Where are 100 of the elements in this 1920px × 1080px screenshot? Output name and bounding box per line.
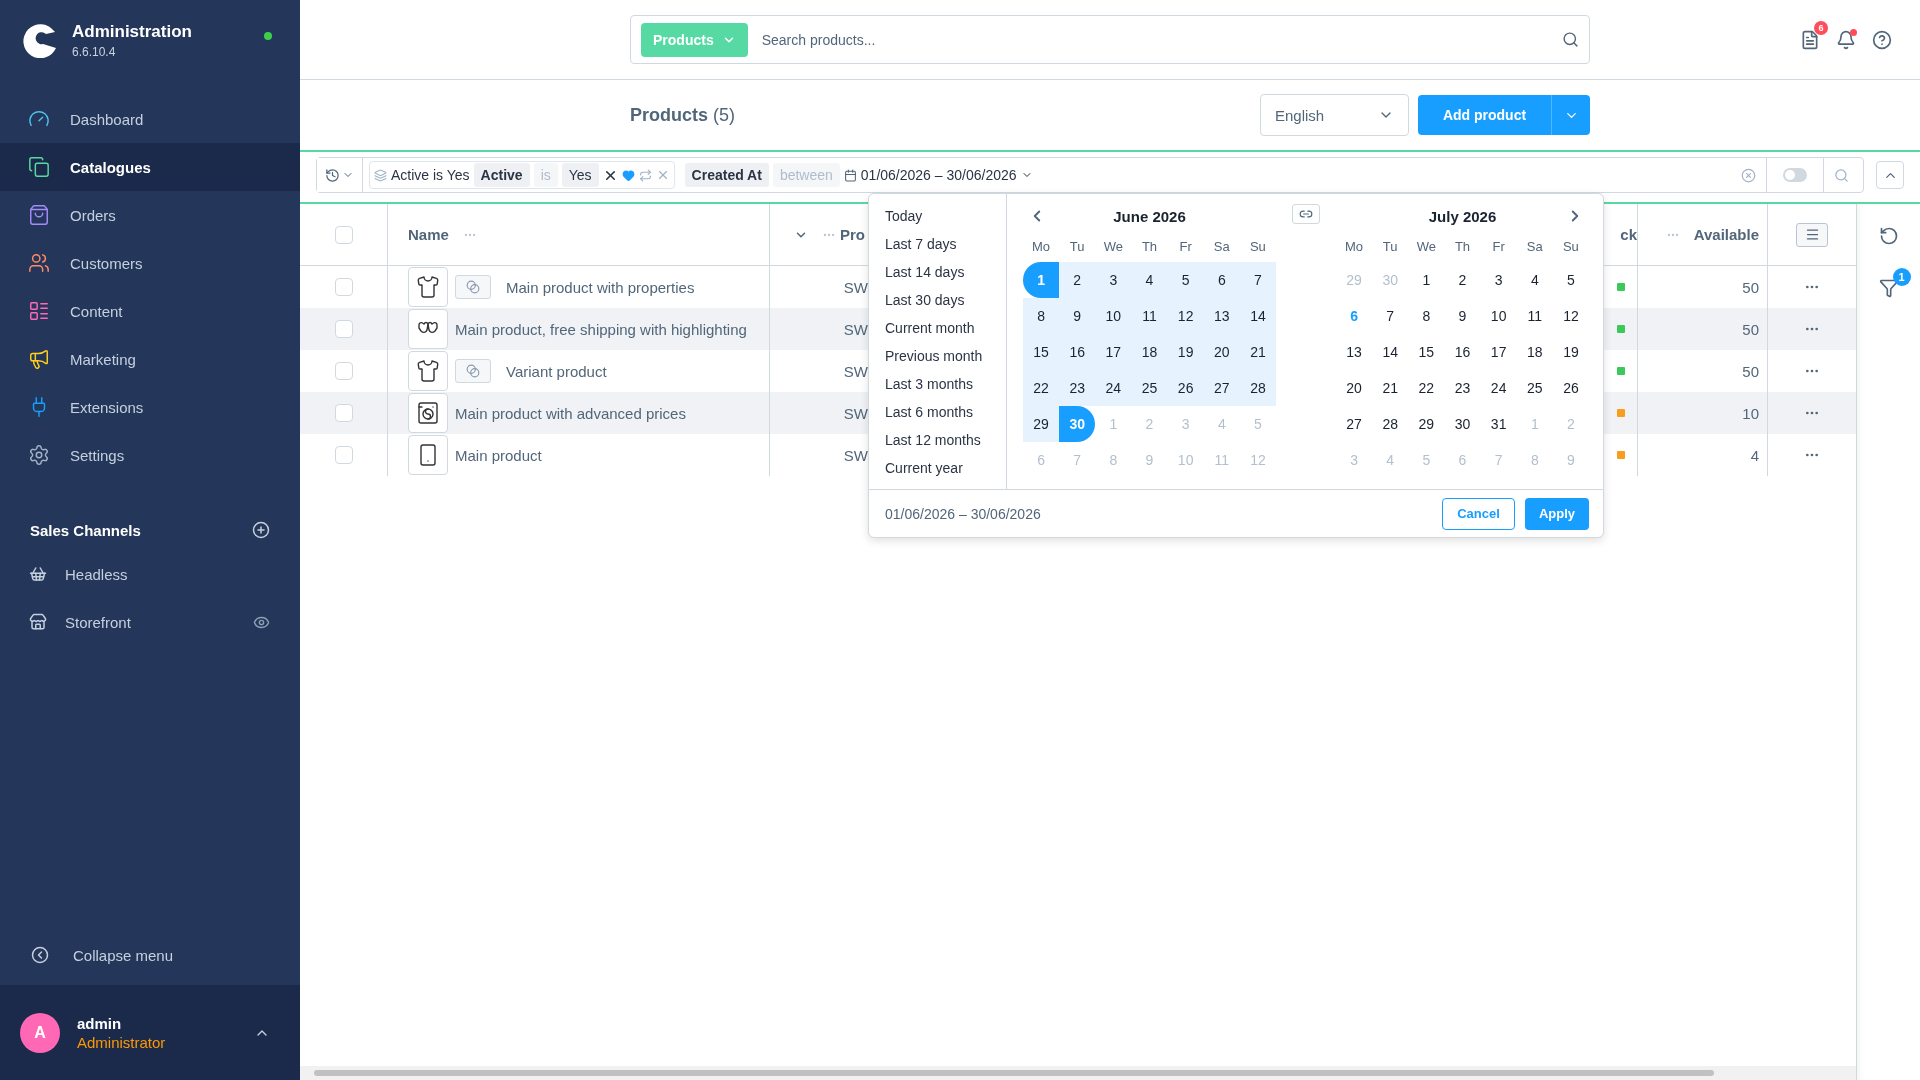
nav-item[interactable]: Extensions [0,383,300,431]
calendar-day[interactable]: 3 [1480,262,1517,298]
filter-field[interactable]: Active [473,163,530,187]
calendar-day[interactable]: 7 [1372,298,1409,334]
column-header[interactable]: Name [408,226,449,243]
checkbox[interactable] [334,320,353,338]
calendar-day[interactable]: 11 [1516,298,1553,334]
nav-item[interactable]: Content [0,287,300,335]
calendar-day[interactable]: 2 [1444,262,1481,298]
column-settings-button[interactable] [1796,222,1828,247]
column-header[interactable]: Available [1693,226,1759,243]
calendar-day[interactable]: 31 [1480,406,1517,442]
calendar-day[interactable]: 23 [1059,370,1096,406]
nav-item[interactable]: Marketing [0,335,300,383]
calendar-day[interactable]: 14 [1372,334,1409,370]
product-name[interactable]: Main product with properties [506,278,695,296]
nav-item[interactable]: Customers [0,239,300,287]
calendar-day[interactable]: 19 [1552,334,1589,370]
calendar-day[interactable]: 13 [1336,334,1373,370]
calendar-day[interactable]: 12 [1167,298,1204,334]
calendar-day[interactable]: 8 [1408,298,1445,334]
checkbox[interactable] [334,362,353,380]
calendar-day[interactable]: 11 [1131,298,1168,334]
calendar-day[interactable]: 22 [1023,370,1060,406]
preset-option[interactable]: Previous month [885,342,1006,370]
checkbox[interactable] [334,446,353,464]
calendar-day[interactable]: 15 [1023,334,1060,370]
calendar-day[interactable]: 19 [1167,334,1204,370]
filter-icon[interactable] [1878,278,1899,298]
heart-icon[interactable] [621,168,635,182]
calendar-day[interactable]: 26 [1167,370,1204,406]
calendar-day[interactable]: 14 [1239,298,1276,334]
calendar-day[interactable]: 21 [1372,370,1409,406]
calendar-day[interactable]: 1 [1408,262,1445,298]
filter-value[interactable]: Yes [561,163,599,187]
product-name[interactable]: Main product [455,446,542,464]
calendar-day[interactable]: 27 [1203,370,1240,406]
repeat-icon[interactable] [638,168,652,182]
language-select[interactable]: English [1260,94,1409,136]
calendar-day[interactable]: 21 [1239,334,1276,370]
calendar-day[interactable]: 24 [1095,370,1132,406]
clear-icon[interactable] [1741,167,1756,183]
calendar-day[interactable]: 10 [1480,298,1517,334]
help-icon[interactable] [1872,29,1892,50]
toggle-switch[interactable] [1783,168,1807,182]
checkbox[interactable] [334,278,353,296]
preset-option[interactable]: Today [885,202,1006,230]
preset-option[interactable]: Last 7 days [885,230,1006,258]
preset-option[interactable]: Last 6 months [885,398,1006,426]
calendar-day[interactable]: 5 [1167,262,1204,298]
calendar-day[interactable]: 10 [1095,298,1132,334]
document-icon[interactable] [1800,29,1820,50]
column-header[interactable]: ck [1620,226,1637,243]
calendar-day[interactable]: 25 [1516,370,1553,406]
nav-item[interactable]: Orders [0,191,300,239]
history-button[interactable] [317,158,363,192]
calendar-day[interactable]: 25 [1131,370,1168,406]
calendar-day[interactable]: 29 [1408,406,1445,442]
calendar-day[interactable]: 8 [1023,298,1060,334]
preset-option[interactable]: Last 12 months [885,426,1006,454]
calendar-day[interactable]: 28 [1239,370,1276,406]
calendar-day[interactable]: 18 [1516,334,1553,370]
calendar-day[interactable]: 7 [1239,262,1276,298]
calendar-day[interactable]: 16 [1059,334,1096,370]
calendar-day[interactable]: 17 [1095,334,1132,370]
date-range-value[interactable]: 01/06/2026 – 30/06/2026 [860,167,1017,183]
product-name[interactable]: Variant product [506,362,607,380]
calendar-day[interactable]: 16 [1444,334,1481,370]
calendar-day[interactable]: 9 [1444,298,1481,334]
calendar-day[interactable]: 26 [1552,370,1589,406]
calendar-day[interactable]: 3 [1095,262,1132,298]
checkbox[interactable] [334,225,353,244]
calendar-day[interactable]: 13 [1203,298,1240,334]
calendar-day[interactable]: 2 [1059,262,1096,298]
nav-item[interactable]: Settings [0,431,300,479]
calendar-day[interactable]: 20 [1336,370,1373,406]
calendar-day[interactable]: 24 [1480,370,1517,406]
sales-channel-item[interactable]: Storefront [0,598,300,646]
preset-option[interactable]: Current year [885,454,1006,482]
calendar-day[interactable]: 6 [1203,262,1240,298]
column-header[interactable]: Pro [840,226,865,243]
calendar-day[interactable]: 4 [1131,262,1168,298]
checkbox[interactable] [334,404,353,422]
preset-option[interactable]: Current month [885,314,1006,342]
calendar-day[interactable]: 20 [1203,334,1240,370]
calendar-day[interactable]: 18 [1131,334,1168,370]
nav-item[interactable]: Catalogues [0,143,300,191]
add-icon[interactable] [252,521,270,539]
calendar-day[interactable]: 17 [1480,334,1517,370]
calendar-day[interactable]: 15 [1408,334,1445,370]
preset-option[interactable]: Last 30 days [885,286,1006,314]
collapse-menu[interactable]: Collapse menu [0,925,300,985]
horizontal-scrollbar[interactable] [300,1066,1856,1080]
filter-summary[interactable]: Active is Yes [391,167,470,183]
calendar-day[interactable]: 12 [1552,298,1589,334]
sales-channel-item[interactable]: Headless [0,550,300,598]
reload-icon[interactable] [1878,226,1899,246]
filter-field[interactable]: Created At [684,163,769,187]
calendar-day[interactable]: 30 [1444,406,1481,442]
calendar-day[interactable]: 5 [1552,262,1589,298]
